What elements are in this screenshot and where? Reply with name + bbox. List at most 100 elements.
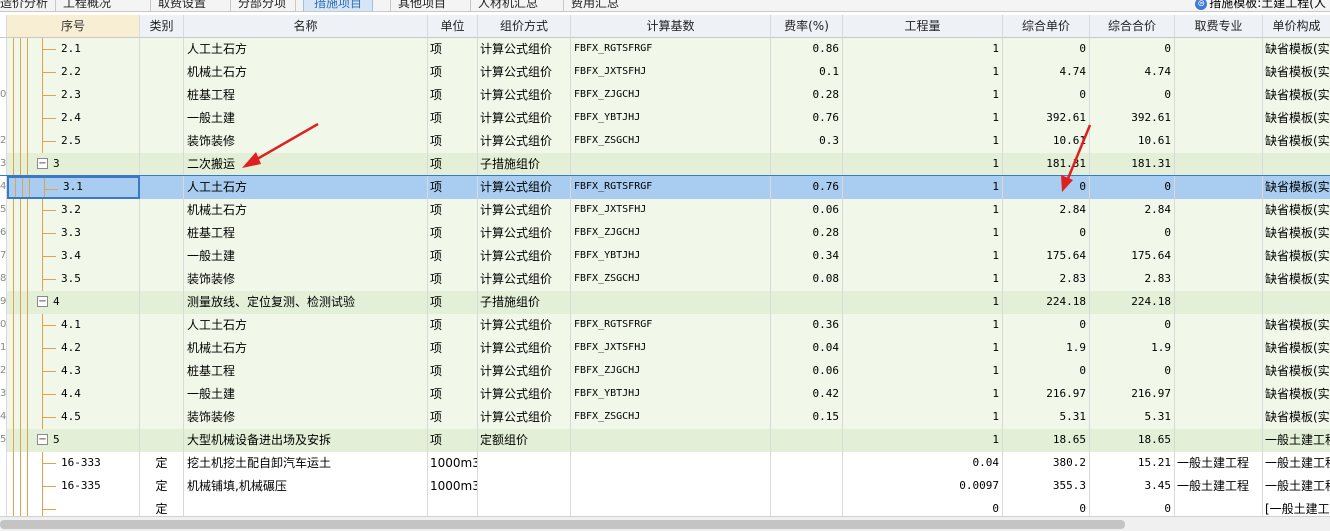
cell-name[interactable]: 测量放线、定位复测、检测试验	[184, 291, 428, 314]
cell-name[interactable]: 一般土建	[184, 245, 428, 268]
cell-prof[interactable]	[1175, 268, 1263, 291]
cell-seq[interactable]: 16-335	[7, 475, 140, 498]
cell-seq[interactable]: 4.1	[7, 314, 140, 337]
cell-base[interactable]: FBFX_YBTJHJ	[571, 107, 771, 130]
cell-name[interactable]: 挖土机挖土配自卸汽车运土	[184, 452, 428, 475]
tab-4[interactable]: 措施项目	[303, 0, 374, 11]
cell-comp[interactable]: 缺省模板(实	[1263, 245, 1330, 268]
cell-comp[interactable]: 缺省模板(实	[1263, 360, 1330, 383]
cell-unit[interactable]: 项	[428, 107, 478, 130]
cell-qty[interactable]: 1	[843, 199, 1003, 222]
cell-seq[interactable]: 2.4	[7, 107, 140, 130]
cell-base[interactable]: FBFX_ZJGCHJ	[571, 360, 771, 383]
cell-method[interactable]: 计算公式组价	[478, 38, 571, 61]
cell-total[interactable]: 216.97	[1090, 383, 1175, 406]
cell-unit[interactable]: 项	[428, 245, 478, 268]
cell-unit[interactable]: 项	[428, 337, 478, 360]
cell-qty[interactable]: 1	[843, 429, 1003, 452]
cell-price[interactable]: 18.65	[1003, 429, 1090, 452]
cell-type[interactable]	[140, 61, 184, 84]
table-row[interactable]: 16-333 定挖土机挖土配自卸汽车运土 1000m3 0.04 380.2 15.21 一…	[0, 452, 1330, 475]
table-row[interactable]: 2.1 人工土石方项计算公式组价 FBFX_RGTSFRGF 0.86 1 0 0 缺省模板(…	[0, 38, 1330, 61]
cell-rate[interactable]: 0.86	[771, 38, 843, 61]
cell-type[interactable]	[140, 107, 184, 130]
cell-qty[interactable]: 1	[843, 383, 1003, 406]
cell-qty[interactable]: 1	[843, 337, 1003, 360]
cell-prof[interactable]	[1175, 291, 1263, 314]
cell-total[interactable]: 181.31	[1090, 153, 1175, 176]
cell-type[interactable]	[140, 84, 184, 107]
cell-price[interactable]: 2.83	[1003, 268, 1090, 291]
collapse-icon[interactable]: −	[37, 434, 48, 445]
cell-prof[interactable]	[1175, 383, 1263, 406]
cell-comp[interactable]: 一般土建工程	[1263, 429, 1330, 452]
column-header-total[interactable]: 综合合价	[1090, 15, 1175, 38]
column-header-qty[interactable]: 工程量	[843, 15, 1003, 38]
cell-qty[interactable]: 0.0097	[843, 475, 1003, 498]
cell-rate[interactable]	[771, 429, 843, 452]
column-header-rate[interactable]: 费率(%)	[771, 15, 843, 38]
cell-name[interactable]: 人工土石方	[184, 314, 428, 337]
cell-base[interactable]: FBFX_JXTSFHJ	[571, 61, 771, 84]
cell-rate[interactable]: 0.28	[771, 84, 843, 107]
cell-unit[interactable]: 项	[428, 222, 478, 245]
cell-total[interactable]: 3.45	[1090, 475, 1175, 498]
cell-name[interactable]: 人工土石方	[184, 176, 428, 199]
group-row[interactable]: 5−5 大型机械设备进出场及安拆项定额组价 1 18.65 18.65 一般土建工程	[0, 429, 1330, 452]
cell-unit[interactable]: 项	[428, 314, 478, 337]
cell-seq[interactable]: 4.5	[7, 406, 140, 429]
cell-type[interactable]	[140, 153, 184, 176]
horizontal-scrollbar-thumb[interactable]	[0, 520, 1125, 529]
cell-price[interactable]: 1.9	[1003, 337, 1090, 360]
cell-seq[interactable]: −4	[7, 291, 140, 314]
cell-type[interactable]	[140, 383, 184, 406]
cell-prof[interactable]	[1175, 360, 1263, 383]
collapse-icon[interactable]: −	[37, 296, 48, 307]
horizontal-scrollbar[interactable]	[0, 516, 1330, 531]
cell-name[interactable]: 桩基工程	[184, 360, 428, 383]
cell-unit[interactable]: 项	[428, 176, 478, 199]
cell-qty[interactable]: 1	[843, 107, 1003, 130]
column-header-price[interactable]: 综合单价	[1003, 15, 1090, 38]
cell-qty[interactable]: 1	[843, 153, 1003, 176]
tab-0[interactable]: 造价分析	[0, 0, 48, 11]
cell-price[interactable]: 175.64	[1003, 245, 1090, 268]
tab-5[interactable]: 其他项目	[398, 0, 446, 11]
cell-total[interactable]: 0	[1090, 84, 1175, 107]
collapse-icon[interactable]: −	[37, 158, 48, 169]
cell-unit[interactable]: 项	[428, 360, 478, 383]
cell-base[interactable]: FBFX_ZSGCHJ	[571, 406, 771, 429]
cell-rate[interactable]: 0.76	[771, 107, 843, 130]
cell-qty[interactable]: 1	[843, 61, 1003, 84]
cell-price[interactable]: 0	[1003, 38, 1090, 61]
cell-prof[interactable]: 一般土建工程	[1175, 475, 1263, 498]
cell-price[interactable]: 216.97	[1003, 383, 1090, 406]
cell-total[interactable]: 10.61	[1090, 130, 1175, 153]
cell-price[interactable]: 224.18	[1003, 291, 1090, 314]
cell-type[interactable]	[140, 314, 184, 337]
cell-prof[interactable]	[1175, 245, 1263, 268]
cell-total[interactable]: 4.74	[1090, 61, 1175, 84]
cell-name[interactable]: 机械铺填,机械碾压	[184, 475, 428, 498]
cell-name[interactable]: 人工土石方	[184, 38, 428, 61]
cell-total[interactable]: 0	[1090, 176, 1175, 199]
tab-1[interactable]: 工程概况	[63, 0, 111, 11]
cell-seq[interactable]: 4.2	[7, 337, 140, 360]
cell-seq[interactable]: 2.2	[7, 61, 140, 84]
cell-unit[interactable]: 项	[428, 268, 478, 291]
cell-total[interactable]: 0	[1090, 222, 1175, 245]
table-row[interactable]: 4 3.1 人工土石方项计算公式组价 FBFX_RGTSFRGF 0.76 1 0 0 缺省模板…	[0, 175, 1330, 200]
cell-total[interactable]: 15.21	[1090, 452, 1175, 475]
cell-name[interactable]: 桩基工程	[184, 222, 428, 245]
cell-prof[interactable]	[1175, 429, 1263, 452]
cell-qty[interactable]: 1	[843, 84, 1003, 107]
cell-base[interactable]: FBFX_ZSGCHJ	[571, 268, 771, 291]
cell-method[interactable]	[478, 452, 571, 475]
cell-unit[interactable]: 1000m3	[428, 452, 478, 475]
table-row[interactable]: 6 3.3 桩基工程项计算公式组价 FBFX_ZJGCHJ 0.28 1 0 0 缺省模板(实	[0, 222, 1330, 245]
cell-type[interactable]	[140, 406, 184, 429]
cell-rate[interactable]: 0.15	[771, 406, 843, 429]
column-header-base[interactable]: 计算基数	[571, 15, 771, 38]
cell-price[interactable]: 2.84	[1003, 199, 1090, 222]
cell-method[interactable]: 计算公式组价	[478, 360, 571, 383]
